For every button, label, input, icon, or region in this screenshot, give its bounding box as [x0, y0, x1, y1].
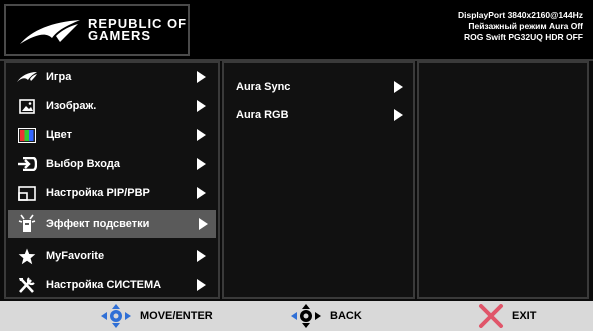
menu-item-lighting-effect[interactable]: Эффект подсветки	[8, 210, 216, 238]
chevron-right-icon	[197, 71, 206, 83]
menu-item-label: Игра	[46, 71, 72, 83]
menu-item-input-select[interactable]: Выбор Входа	[6, 150, 218, 178]
menu-item-label: Выбор Входа	[46, 158, 120, 170]
lighting-effect-icon	[16, 214, 38, 233]
back-label: BACK	[330, 310, 362, 322]
exit-button[interactable]: EXIT	[478, 301, 536, 331]
menu-item-label: Цвет	[46, 129, 73, 141]
menu-item-image[interactable]: Изображ.	[6, 92, 218, 120]
close-icon	[479, 304, 503, 328]
menu-item-label: MyFavorite	[46, 250, 105, 262]
menu-item-label: Настройка PIP/PBP	[46, 187, 150, 199]
menu-item-game[interactable]: Игра	[6, 63, 218, 91]
main-menu: Игра Изображ. Цвет Выбор Входа Настройка…	[4, 61, 220, 299]
brand-line-2: GAMERS	[88, 28, 152, 43]
rog-eye-logo-icon	[20, 20, 80, 44]
five-way-navigation-icon	[101, 304, 131, 328]
osd-header: REPUBLIC OF GAMERS DisplayPort 3840x2160…	[0, 0, 593, 61]
exit-label: EXIT	[512, 310, 537, 322]
status-line-2: Пейзажный режим Aura Off	[468, 21, 583, 31]
pip-icon	[16, 184, 38, 202]
chevron-right-icon	[394, 109, 403, 121]
menu-item-pip-pbp[interactable]: Настройка PIP/PBP	[6, 179, 218, 207]
move-enter-button[interactable]: MOVE/ENTER	[100, 301, 213, 331]
submenu-item-label: Aura Sync	[236, 81, 291, 93]
color-bars-icon	[16, 126, 38, 144]
back-button[interactable]: BACK	[290, 301, 362, 331]
chevron-right-icon	[197, 250, 206, 262]
chevron-right-icon	[197, 100, 206, 112]
brand-text: REPUBLIC OF GAMERS	[88, 17, 187, 43]
chevron-right-icon	[197, 279, 206, 291]
status-line-1: DisplayPort 3840x2160@144Hz	[457, 10, 583, 20]
menu-item-label: Эффект подсветки	[46, 218, 150, 230]
submenu-item-label: Aura RGB	[236, 109, 289, 121]
menu-item-color[interactable]: Цвет	[6, 121, 218, 149]
chevron-right-icon	[199, 218, 208, 230]
submenu-item-aura-rgb[interactable]: Aura RGB	[224, 101, 413, 129]
chevron-right-icon	[197, 158, 206, 170]
status-info: DisplayPort 3840x2160@144Hz Пейзажный ре…	[283, 10, 583, 43]
rog-logo: REPUBLIC OF GAMERS	[4, 4, 190, 56]
tools-icon	[16, 276, 38, 294]
menu-item-label: Настройка СИСТЕМА	[46, 279, 162, 291]
submenu: Aura Sync Aura RGB	[222, 61, 415, 299]
move-enter-label: MOVE/ENTER	[140, 310, 213, 322]
chevron-right-icon	[197, 187, 206, 199]
menu-item-label: Изображ.	[46, 100, 97, 112]
menu-item-system-setup[interactable]: Настройка СИСТЕМА	[6, 271, 218, 299]
image-icon	[16, 97, 38, 115]
input-arrow-icon	[16, 155, 38, 173]
osd-menu: REPUBLIC OF GAMERS DisplayPort 3840x2160…	[0, 0, 593, 331]
rog-eye-icon	[16, 68, 38, 86]
chevron-right-icon	[394, 81, 403, 93]
submenu-item-aura-sync[interactable]: Aura Sync	[224, 73, 413, 101]
chevron-right-icon	[197, 129, 206, 141]
detail-panel	[417, 61, 589, 299]
osd-footer: MOVE/ENTER BACK EXIT	[0, 301, 593, 331]
status-line-3: ROG Swift PG32UQ HDR OFF	[463, 32, 583, 42]
menu-item-myfavorite[interactable]: MyFavorite	[6, 242, 218, 270]
star-icon	[16, 247, 38, 265]
navigation-left-icon	[291, 304, 321, 328]
